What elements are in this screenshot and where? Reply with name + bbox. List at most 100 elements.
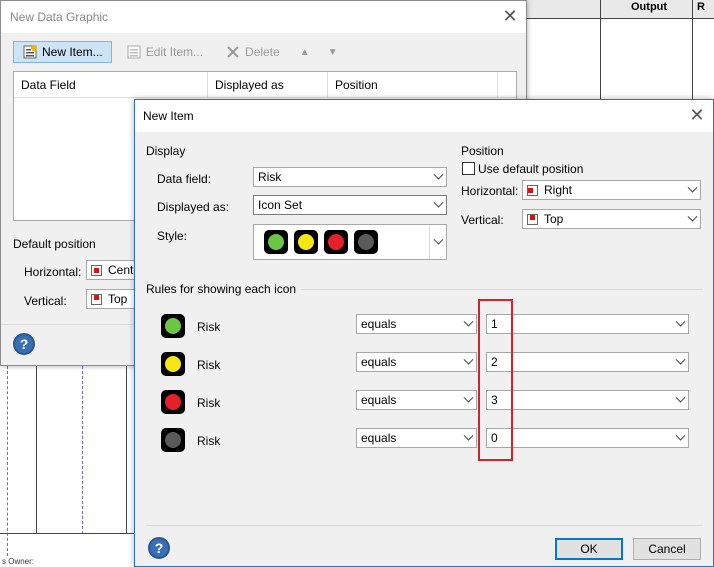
- yellow-light-icon: [161, 352, 185, 376]
- chevron-down-icon[interactable]: [459, 315, 476, 333]
- red-light-icon: [324, 230, 348, 254]
- style-label: Style:: [157, 229, 188, 243]
- column-header-output-label: Output: [631, 1, 668, 13]
- rule-value: 1: [491, 317, 498, 331]
- chevron-down-icon[interactable]: [429, 168, 446, 186]
- owner-label: s Owner:: [2, 557, 35, 566]
- close-icon[interactable]: ✕: [502, 7, 518, 25]
- delete-label: Delete: [245, 45, 280, 59]
- chevron-down-icon[interactable]: [683, 210, 700, 228]
- gray-light-icon: [161, 428, 185, 452]
- position-right-icon: [527, 184, 538, 196]
- dialog-titlebar: New Item ✕: [135, 100, 713, 132]
- lane-divider: [126, 366, 127, 534]
- use-default-position-checkbox[interactable]: [462, 162, 475, 175]
- rule-value: 3: [491, 393, 498, 407]
- lane-divider: [692, 19, 693, 99]
- chevron-down-icon[interactable]: [459, 353, 476, 371]
- divider: [301, 289, 703, 290]
- rule-value-select[interactable]: 2: [486, 352, 689, 372]
- chevron-down-icon[interactable]: [671, 315, 688, 333]
- column-header-output: Output: [600, 0, 692, 19]
- default-horizontal-label: Horizontal:: [24, 265, 82, 279]
- dialog-title: New Item: [143, 109, 194, 123]
- rule-operator-select[interactable]: equals: [356, 314, 477, 334]
- cancel-button[interactable]: Cancel: [633, 538, 701, 560]
- lane-divider: [36, 366, 37, 534]
- data-field-select[interactable]: Risk: [253, 167, 447, 187]
- lane-bottom-line: [0, 533, 134, 534]
- delete-button[interactable]: Delete: [217, 41, 288, 63]
- rule-field: Risk: [197, 320, 221, 334]
- list-header: Data Field Displayed as Position: [14, 72, 516, 98]
- position-horizontal-select[interactable]: Right: [522, 180, 701, 200]
- highlight-box: [478, 299, 513, 461]
- position-vertical-label: Vertical:: [461, 213, 504, 227]
- yellow-light-icon: [294, 230, 318, 254]
- chevron-down-icon[interactable]: [429, 196, 446, 214]
- rule-operator-value: equals: [361, 355, 397, 369]
- rule-field: Risk: [197, 434, 221, 448]
- column-header-r: R: [692, 0, 714, 19]
- default-position-heading: Default position: [13, 237, 96, 251]
- column-header-displayed-as[interactable]: Displayed as: [208, 72, 328, 97]
- edit-item-button[interactable]: Edit Item...: [118, 41, 211, 63]
- chevron-down-icon[interactable]: [671, 391, 688, 409]
- rule-operator-select[interactable]: equals: [356, 390, 477, 410]
- chevron-down-icon[interactable]: [459, 391, 476, 409]
- data-field-value: Risk: [258, 170, 282, 184]
- position-vertical-value: Top: [544, 212, 564, 226]
- displayed-as-label: Displayed as:: [157, 200, 230, 214]
- rule-operator-select[interactable]: equals: [356, 428, 477, 448]
- dialog-title: New Data Graphic: [10, 10, 109, 24]
- position-top-icon: [91, 293, 102, 305]
- rule-operator-select[interactable]: equals: [356, 352, 477, 372]
- rule-value-select[interactable]: 0: [486, 428, 689, 448]
- position-horizontal-value: Right: [544, 183, 573, 197]
- ok-button[interactable]: OK: [555, 538, 623, 560]
- divider: [146, 525, 703, 526]
- icon-dot: [268, 234, 284, 250]
- position-top-icon: [527, 213, 538, 225]
- delete-icon: [225, 44, 241, 60]
- column-header-r-label: R: [697, 1, 705, 13]
- rule-field: Risk: [197, 358, 221, 372]
- divider: [1, 324, 135, 325]
- close-icon[interactable]: ✕: [689, 106, 705, 124]
- rule-operator-value: equals: [361, 317, 397, 331]
- red-light-icon: [161, 390, 185, 414]
- use-default-position-label: Use default position: [478, 162, 584, 176]
- rule-value: 0: [491, 431, 498, 445]
- edit-icon: [126, 44, 142, 60]
- position-horizontal-label: Horizontal:: [461, 184, 519, 198]
- displayed-as-select[interactable]: Icon Set: [253, 195, 447, 215]
- column-header-position[interactable]: Position: [328, 72, 498, 97]
- rule-value-select[interactable]: 3: [486, 390, 689, 410]
- rules-group-title: Rules for showing each icon: [146, 282, 297, 296]
- rule-value-select[interactable]: 1: [486, 314, 689, 334]
- toolbar: New Item... Edit Item... Delete ▲ ▼: [13, 41, 344, 63]
- rule-operator-value: equals: [361, 393, 397, 407]
- move-down-icon[interactable]: ▼: [322, 41, 344, 63]
- chevron-down-icon[interactable]: [429, 225, 446, 259]
- chevron-down-icon[interactable]: [683, 181, 700, 199]
- style-select[interactable]: [253, 224, 447, 260]
- chevron-down-icon[interactable]: [671, 429, 688, 447]
- rule-operator-value: equals: [361, 431, 397, 445]
- new-item-icon: [22, 44, 38, 60]
- move-up-icon[interactable]: ▲: [294, 41, 316, 63]
- help-icon[interactable]: ?: [148, 537, 170, 559]
- help-icon[interactable]: ?: [13, 333, 35, 355]
- rule-value: 2: [491, 355, 498, 369]
- chevron-down-icon[interactable]: [459, 429, 476, 447]
- green-light-icon: [264, 230, 288, 254]
- new-item-button[interactable]: New Item...: [13, 41, 112, 63]
- default-vertical-label: Vertical:: [24, 294, 67, 308]
- green-light-icon: [161, 314, 185, 338]
- displayed-as-value: Icon Set: [258, 198, 303, 212]
- column-header-data-field[interactable]: Data Field: [14, 72, 208, 97]
- position-vertical-select[interactable]: Top: [522, 209, 701, 229]
- display-group-title: Display: [146, 144, 186, 158]
- lane-divider: [600, 19, 601, 99]
- chevron-down-icon[interactable]: [671, 353, 688, 371]
